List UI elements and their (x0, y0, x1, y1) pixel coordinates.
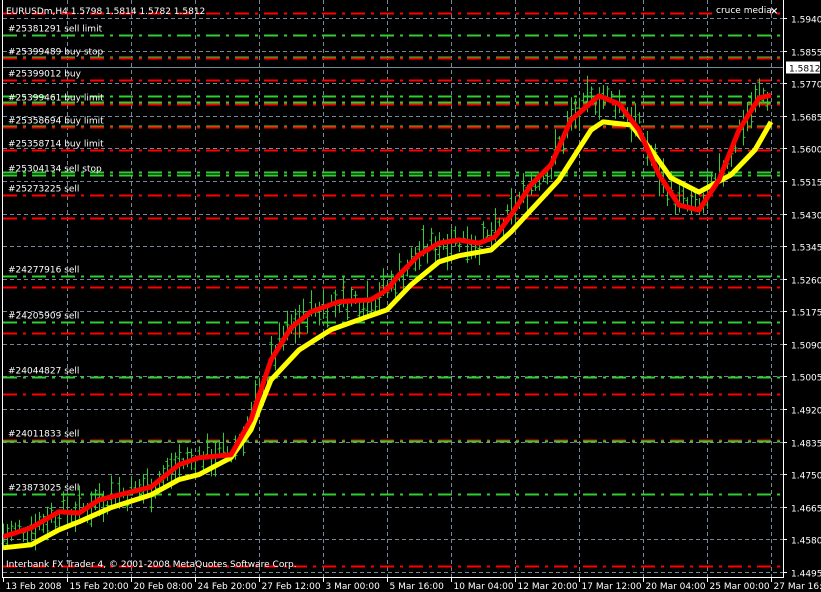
order-label: #25381291 sell limit (8, 25, 103, 35)
time-tick-label: 27 Mar 16:00 (774, 582, 821, 592)
price-axis[interactable]: 1.5940 1.5855 1.5770 1.5685 1.5600 1.5515 1.54… (783, 16, 821, 580)
time-tick-label: 20 Mar 04:00 (646, 582, 706, 592)
time-tick-label: 27 Feb 12:00 (262, 582, 321, 592)
order-label: #25399461 buy limit (8, 94, 104, 104)
price-tick-label: 1.5090 (791, 342, 821, 352)
time-tick-label: 5 Mar 16:00 (390, 582, 445, 592)
time-tick-label: 24 Feb 20:00 (198, 582, 257, 592)
price-tick-label: 1.4750 (791, 472, 821, 482)
indicator-name: cruce media (716, 6, 772, 16)
candles (1, 75, 770, 551)
price-tick-label: 1.5345 (791, 244, 821, 254)
price-tick-label: 1.5940 (791, 16, 821, 26)
order-label: #24044827 sell (8, 367, 79, 377)
time-tick-label: 15 Feb 20:00 (70, 582, 129, 592)
close-icon[interactable]: × (770, 6, 778, 17)
order-label: #25399489 buy stop (8, 48, 104, 58)
order-label: #25358714 buy limit (8, 140, 104, 150)
time-tick-label: 17 Mar 12:00 (582, 582, 642, 592)
order-label: #24011833 sell (8, 430, 79, 440)
price-tick-label: 1.4920 (791, 407, 821, 417)
order-label: #24205909 sell (8, 312, 79, 322)
time-tick-label: 10 Mar 04:00 (454, 582, 514, 592)
price-tick-label: 1.5515 (791, 179, 821, 189)
price-tick-label: 1.5685 (791, 114, 821, 124)
price-tick-label: 1.5855 (791, 49, 821, 59)
price-tick-label: 1.5600 (791, 146, 821, 156)
price-chart[interactable]: #25381291 sell limit #25399489 buy stop #2… (0, 0, 821, 592)
order-label: #24277916 sell (8, 266, 79, 276)
time-tick-label: 12 Mar 20:00 (518, 582, 578, 592)
price-tick-label: 1.4495 (791, 570, 821, 580)
price-tick-label: 1.5260 (791, 277, 821, 287)
order-label: #25304134 sell stop (8, 165, 102, 175)
time-axis[interactable]: 13 Feb 2008 15 Feb 20:00 20 Feb 08:00 24 Fe… (3, 577, 821, 592)
order-label: #25358694 buy limit (8, 117, 104, 127)
price-tick-label: 1.5175 (791, 309, 821, 319)
price-tick-label: 1.5005 (791, 374, 821, 384)
current-price-label: 1.5812 (789, 65, 821, 75)
order-label: #25273225 sell (8, 185, 79, 195)
price-tick-label: 1.5770 (791, 81, 821, 91)
price-tick-label: 1.4665 (791, 505, 821, 515)
price-tick-label: 1.4580 (791, 537, 821, 547)
time-tick-label: 13 Feb 2008 (6, 582, 62, 592)
time-tick-label: 3 Mar 00:00 (326, 582, 381, 592)
time-tick-label: 25 Mar 00:00 (710, 582, 770, 592)
price-tick-label: 1.4835 (791, 440, 821, 450)
current-price-badge: 1.5812 (786, 61, 821, 75)
time-tick-label: 20 Feb 08:00 (134, 582, 193, 592)
order-labels: #25381291 sell limit #25399489 buy stop #2… (8, 25, 104, 494)
price-tick-label: 1.5430 (791, 212, 821, 222)
order-label: #23873025 sell (8, 484, 79, 494)
footer-copyright: Interbank FX Trader 4, © 2001-2008 MetaQ… (6, 560, 297, 570)
order-label: #25399012 buy (8, 70, 82, 80)
symbol-info: EURUSDm,H4 1.5798 1.5814 1.5782 1.5812 (6, 7, 205, 17)
